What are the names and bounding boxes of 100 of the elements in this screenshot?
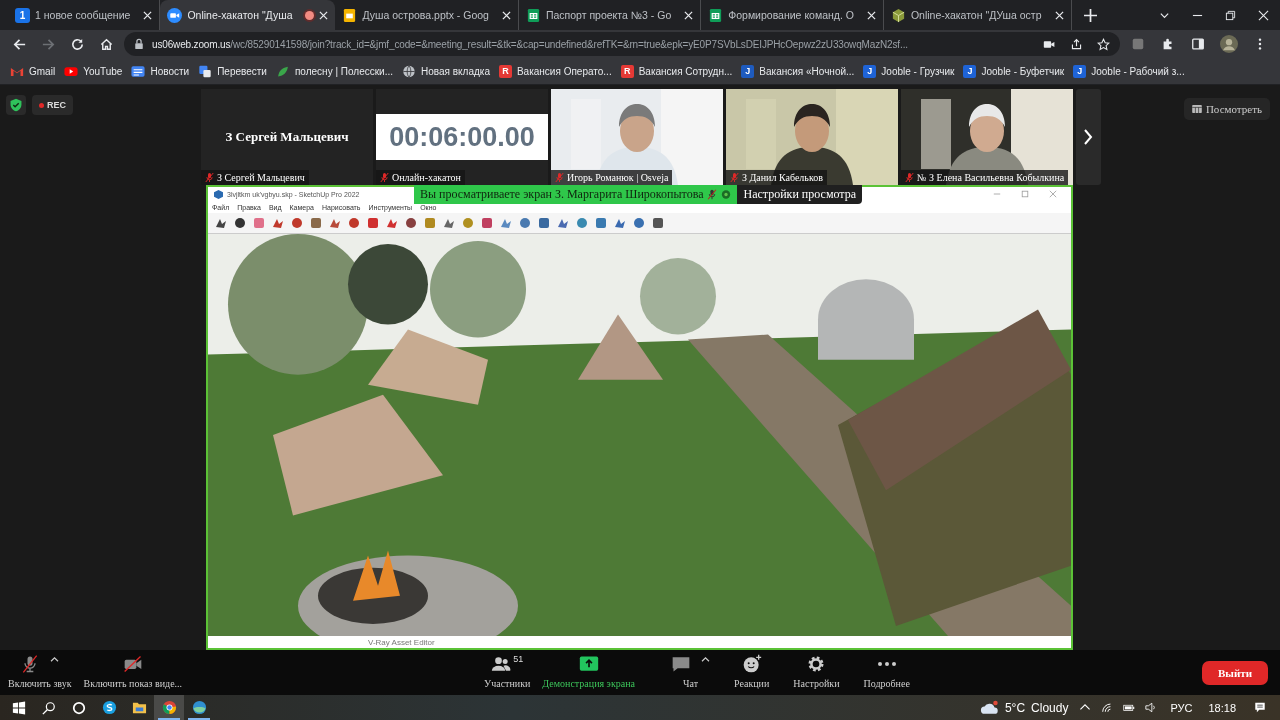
view-options-icon[interactable] [721, 189, 732, 200]
video-tile[interactable]: З Сергей Мальцевич З Сергей Мальцевич [201, 89, 373, 185]
taskbar-app[interactable] [154, 695, 184, 720]
bookmark[interactable]: YouTube [64, 64, 123, 78]
star-icon[interactable] [1097, 37, 1110, 51]
home-icon[interactable] [99, 36, 114, 52]
tab-title: 1 новое сообщение [35, 9, 131, 21]
bookmark[interactable]: J Вакансия «Ночной... [741, 64, 855, 78]
bookmark[interactable]: полесну | Полесски... [275, 64, 393, 78]
sidebar-icon[interactable] [1191, 37, 1205, 51]
sharing-banner: Вы просматриваете экран З. Маргарита Широкопытова [414, 185, 738, 204]
video-tile[interactable]: З Данил Кабельков [726, 89, 898, 185]
circle-icon[interactable] [72, 700, 86, 715]
bookmark[interactable]: R Вакансия Операто... [498, 64, 612, 78]
tab-title: Формирование команд. О [728, 9, 854, 21]
leave-button[interactable]: Выйти [1202, 661, 1268, 685]
tool-icon[interactable] [347, 216, 361, 230]
bookmark[interactable]: J Jooble - Грузчик [863, 64, 955, 78]
sheet-icon [525, 7, 541, 23]
view-button[interactable]: Посмотреть [1183, 98, 1270, 120]
grid-icon [1191, 105, 1202, 113]
camera-icon [167, 7, 183, 23]
globe-icon [191, 700, 207, 715]
toolbar-button[interactable]: Включить звук [8, 654, 72, 689]
share-icon[interactable] [1070, 37, 1083, 51]
temperature[interactable]: 5°C [1004, 700, 1026, 715]
start-icon[interactable] [12, 700, 26, 715]
caret-icon[interactable] [701, 656, 710, 663]
tool-icon[interactable] [537, 216, 551, 230]
restore-icon[interactable] [1225, 9, 1236, 21]
avatar-icon[interactable] [1220, 35, 1238, 53]
letter-icon: J [741, 64, 755, 78]
video-camera-icon [122, 654, 143, 674]
bookmark[interactable]: Gmail [10, 64, 56, 78]
battery-icon[interactable] [1123, 702, 1136, 713]
bookmark[interactable]: Новая вкладка [402, 64, 490, 78]
participant-label: Игорь Романюк | Osveja [551, 170, 673, 185]
browser-tab[interactable]: Online-хакатон "Душа [160, 0, 336, 30]
search-icon[interactable] [42, 700, 56, 715]
clock[interactable]: 18:18 [1208, 701, 1236, 714]
letter-icon: J [1073, 64, 1087, 78]
play-icon [64, 64, 79, 78]
video-tile[interactable]: № З Елена Васильевна Кобылкина [901, 89, 1073, 185]
tab-title: Online-хакатон "ДУша остр [910, 9, 1042, 21]
tool-icon[interactable] [651, 216, 665, 230]
toolbar-button[interactable]: Реакции [734, 654, 770, 689]
slides-icon [342, 7, 358, 23]
letter-icon: R [620, 64, 634, 78]
toolbar-button[interactable]: Включить показ виде... [83, 654, 183, 689]
participant-label: Онлайн-хакатон [376, 170, 465, 185]
countdown-timer: 00:06:00.00 [376, 114, 548, 160]
translate-icon [198, 64, 213, 78]
caret-icon[interactable] [50, 656, 60, 663]
puzzle-icon[interactable] [1161, 37, 1175, 51]
folder-icon [131, 700, 147, 715]
toolbar-button[interactable]: Демонстрация экрана [542, 654, 635, 689]
toolbar-button[interactable]: Настройки [793, 654, 840, 689]
video-tile[interactable]: 00:06:00.00 Онлайн-хакатон [376, 89, 548, 185]
chat-icon [671, 654, 691, 674]
letter-icon: J [963, 64, 977, 78]
participant-count: 51 [513, 654, 524, 664]
message-badge: 1 [15, 7, 30, 23]
language-indicator[interactable]: РУС [1170, 701, 1193, 714]
cloud-icon[interactable] [979, 700, 1000, 715]
bookmark[interactable]: Перевести [198, 64, 267, 78]
people-icon [491, 654, 512, 674]
notification-icon[interactable] [1254, 702, 1266, 713]
toolbar-button[interactable]: 51 Участники [484, 654, 531, 689]
cube-icon [890, 7, 906, 23]
new-tab-icon[interactable] [1083, 8, 1097, 22]
tool-icon[interactable] [233, 216, 247, 230]
sheet-icon [708, 7, 724, 23]
app-logo-icon [214, 189, 223, 199]
toolbar-button[interactable]: Подробнее [863, 654, 910, 689]
shield-icon[interactable] [6, 95, 26, 115]
reload-icon[interactable] [70, 36, 85, 52]
bookmark[interactable]: Новости [131, 64, 190, 78]
extension-icon[interactable] [1131, 37, 1145, 51]
tool-icon[interactable] [290, 216, 304, 230]
bookmark[interactable]: R Вакансия Сотрудн... [620, 64, 733, 78]
tool-icon[interactable] [404, 216, 418, 230]
lock-icon [134, 38, 144, 50]
participant-label: № З Елена Васильевна Кобылкина [901, 170, 1069, 185]
recording-indicator[interactable]: REC [32, 95, 73, 115]
participant-label: З Сергей Мальцевич [201, 170, 309, 185]
toolbar-button[interactable]: Чат [671, 654, 710, 689]
tab-title: Душа острова.pptx - Goog [362, 9, 489, 21]
globe-icon [402, 64, 416, 78]
address-field[interactable]: us06web.zoom.us/wc/85290141598/join?track_id=&jmf_code=&meeting_result=&tk=&cap=undefined&refTK=&rn=true&epk=yE0P7SVbLsDEIJPHcOepwz2zU33owqMazN2sf... [124, 32, 1120, 56]
speaker-icon[interactable] [1145, 702, 1158, 713]
weather-condition[interactable]: Cloudy [1031, 700, 1069, 715]
video-tile[interactable]: Игорь Романюк | Osveja [551, 89, 723, 185]
skype-icon [101, 700, 117, 715]
bookmark[interactable]: J Jooble - Рабочий з... [1073, 64, 1185, 78]
more-icon [876, 661, 897, 667]
view-options-button[interactable]: Настройки просмотра [737, 185, 863, 204]
bookmark[interactable]: J Jooble - Буфетчик [963, 64, 1065, 78]
status-text: V-Ray Asset Editor [368, 637, 435, 647]
participant-label: З Данил Кабельков [726, 170, 827, 185]
smiley-icon [741, 654, 762, 674]
